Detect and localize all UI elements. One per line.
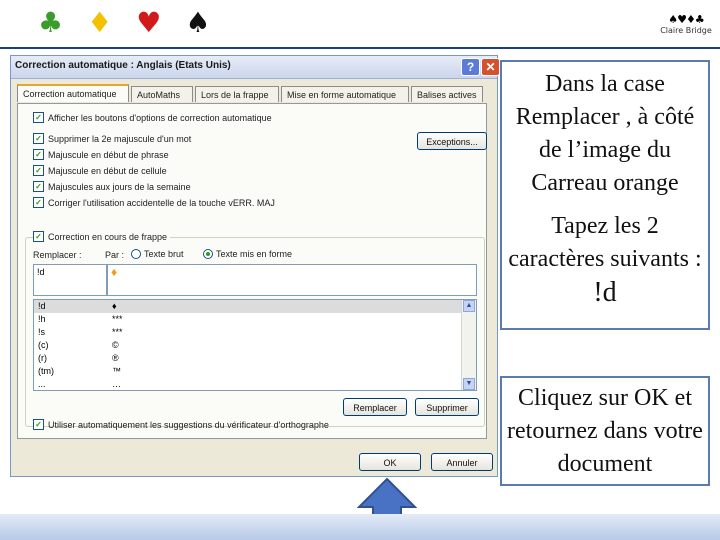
option-second-capital[interactable]: ✓ Supprimer la 2e majuscule d'un mot — [33, 133, 191, 145]
option-spellcheck-suggestions[interactable]: ✓ Utiliser automatiquement les suggestion… — [33, 419, 329, 431]
club-icon: ♣ — [38, 6, 64, 39]
list-item[interactable]: ...… — [34, 378, 476, 390]
by-input[interactable]: ♦ — [107, 264, 477, 296]
scroll-down-icon[interactable]: ▼ — [463, 378, 475, 390]
checkbox-icon[interactable]: ✓ — [33, 181, 44, 193]
plain-text-radio[interactable]: Texte brut — [131, 248, 184, 260]
autocorrect-list[interactable]: !d ♦ !h *** !s *** (c) © (r) ® (tm) ™ ...… ▲ ▼ — [33, 299, 477, 391]
heart-icon: ♥ — [136, 6, 162, 39]
list-scrollbar[interactable]: ▲ ▼ — [461, 300, 476, 390]
exceptions-button[interactable]: Exceptions... — [417, 132, 487, 150]
dialog-titlebar: Correction automatique : Anglais (Etats … — [11, 56, 500, 79]
tab-correction-automatique[interactable]: Correction automatique — [17, 84, 129, 102]
checkbox-icon[interactable]: ✓ — [33, 197, 44, 209]
ok-button[interactable]: OK — [359, 453, 421, 471]
option-show-buttons[interactable]: ✓ Afficher les boutons d'options de corre… — [33, 112, 272, 124]
checkbox-icon[interactable]: ✓ — [33, 165, 44, 177]
autocorrect-dialog: Correction automatique : Anglais (Etats … — [10, 55, 500, 477]
help-button[interactable]: ? — [461, 58, 480, 76]
replace-input[interactable]: !d — [33, 264, 107, 296]
checkbox-icon[interactable]: ✓ — [33, 419, 44, 431]
checkbox-icon[interactable]: ✓ — [33, 149, 44, 161]
claire-bridge-logo: ♠♥♦♣ Claire Bridge — [658, 14, 714, 36]
list-item[interactable]: (tm) ™ — [34, 365, 476, 378]
formatted-text-radio[interactable]: Texte mis en forme — [203, 248, 292, 260]
list-item[interactable]: !s *** — [34, 326, 476, 339]
footer-bar — [0, 514, 720, 540]
instruction-text-1: Dans la case Remplacer , à côté de l’ima… — [515, 71, 695, 196]
replace-label: Remplacer : — [33, 250, 82, 260]
radio-icon[interactable] — [131, 248, 141, 259]
list-item[interactable]: (r) ® — [34, 352, 476, 365]
replace-button[interactable]: Remplacer — [343, 398, 407, 416]
list-item[interactable]: (c) © — [34, 339, 476, 352]
option-replace-typing[interactable]: ✓ Correction en cours de frappe — [33, 231, 171, 243]
checkbox-icon[interactable]: ✓ — [33, 231, 44, 243]
instruction-callout-2: Cliquez sur OK et retournez dans votre d… — [500, 376, 710, 486]
dialog-title: Correction automatique : Anglais (Etats … — [15, 60, 231, 71]
list-item[interactable]: !h *** — [34, 313, 476, 326]
by-label: Par : — [105, 250, 125, 260]
logo-text: Claire Bridge — [660, 26, 712, 35]
tab-automaths[interactable]: AutoMaths — [131, 86, 193, 102]
instruction-callout-1: Dans la case Remplacer , à côté de l’ima… — [500, 60, 710, 330]
instruction-value: !d — [593, 277, 617, 308]
header-divider — [0, 47, 720, 49]
spade-icon: ♠ — [185, 6, 211, 39]
diamond-icon: ♦ — [111, 265, 118, 279]
option-caps-lock[interactable]: ✓ Corriger l'utilisation accidentelle de … — [33, 197, 275, 209]
option-sentence-capital[interactable]: ✓ Majuscule en début de phrase — [33, 149, 169, 161]
close-button[interactable]: ✕ — [481, 58, 500, 76]
option-cell-capital[interactable]: ✓ Majuscule en début de cellule — [33, 165, 167, 177]
suit-icons: ♣ ♦ ♥ ♠ — [38, 8, 210, 38]
checkbox-icon[interactable]: ✓ — [33, 112, 44, 124]
option-weekday-capital[interactable]: ✓ Majuscules aux jours de la semaine — [33, 181, 191, 193]
logo-suits: ♠♥♦♣ — [668, 13, 704, 26]
scroll-up-icon[interactable]: ▲ — [463, 300, 475, 312]
instruction-text-3: Cliquez sur OK et retournez dans votre d… — [507, 385, 703, 477]
tab-lors-de-la-frappe[interactable]: Lors de la frappe — [195, 86, 279, 102]
tab-balises-actives[interactable]: Balises actives — [411, 86, 483, 102]
diamond-icon: ♦ — [87, 6, 113, 39]
checkbox-icon[interactable]: ✓ — [33, 133, 44, 145]
tab-mise-en-forme[interactable]: Mise en forme automatique — [281, 86, 409, 102]
instruction-text-2: Tapez les 2 caractères suivants : !d — [508, 213, 702, 308]
cancel-button[interactable]: Annuler — [431, 453, 493, 471]
delete-button[interactable]: Supprimer — [415, 398, 479, 416]
list-item[interactable]: !d ♦ — [34, 300, 476, 313]
radio-selected-icon[interactable] — [203, 248, 213, 259]
